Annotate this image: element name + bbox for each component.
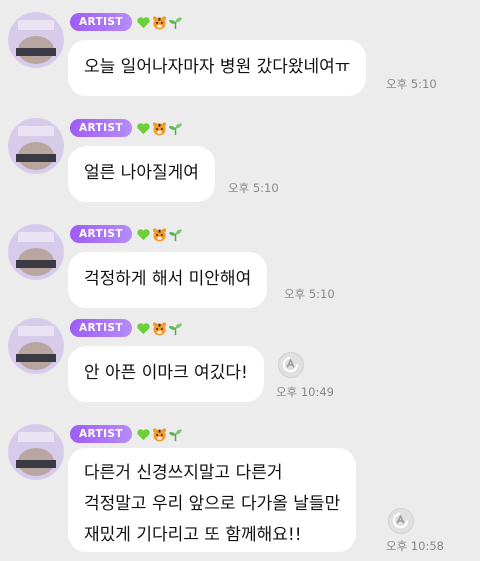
sender-row: ARTIST (70, 318, 183, 338)
avatar[interactable] (8, 12, 64, 68)
seedling-icon (168, 228, 182, 241)
message-time: 오후 5:10 (228, 181, 279, 195)
green-heart-icon (137, 228, 150, 240)
avatar[interactable] (8, 318, 64, 374)
sender-row: ARTIST (70, 12, 183, 32)
message-time: 오후 5:10 (386, 77, 437, 91)
avatar[interactable] (8, 424, 64, 480)
sender-row: ARTIST (70, 118, 183, 138)
green-heart-icon (137, 122, 150, 134)
message-line: 걱정하게 해서 미안해여 (84, 269, 252, 289)
artist-badge: ARTIST (70, 425, 132, 443)
name-emojis (136, 227, 183, 242)
green-heart-icon (137, 322, 150, 334)
artist-badge: ARTIST (70, 319, 132, 337)
message-time: 오후 10:49 (276, 385, 334, 399)
name-emojis (136, 427, 183, 442)
green-heart-icon (137, 428, 150, 440)
tiger-face-icon (152, 121, 166, 136)
name-emojis (136, 321, 183, 336)
message-bubble[interactable]: 얼른 나아질게여 (68, 146, 215, 202)
message-bubble[interactable]: 다른거 신경쓰지말고 다른거 걱정말고 우리 앞으로 다가올 날들만 재밌게 기… (68, 448, 357, 552)
translate-button[interactable] (388, 508, 414, 534)
message-bubble[interactable]: 안 아픈 이마크 여깄다! (68, 346, 264, 402)
message-line: 다른거 신경쓰지말고 다른거 (84, 463, 283, 483)
message-bubble[interactable]: 오늘 일어나자마자 병원 갔다왔네여ㅠ (68, 40, 367, 96)
translate-button[interactable] (278, 352, 304, 378)
translate-icon (392, 512, 409, 529)
tiger-face-icon (152, 321, 166, 336)
artist-badge: ARTIST (70, 225, 132, 243)
tiger-face-icon (152, 427, 166, 442)
message-time: 오후 10:58 (386, 539, 444, 553)
sender-row: ARTIST (70, 224, 183, 244)
message-line: 안 아픈 이마크 여깄다! (84, 363, 248, 383)
sender-row: ARTIST (70, 424, 183, 444)
message-line: 걱정말고 우리 앞으로 다가올 날들만 (84, 494, 341, 514)
seedling-icon (168, 16, 182, 29)
name-emojis (136, 121, 183, 136)
message-line: 재밌게 기다리고 또 함께해요!! (84, 525, 302, 545)
avatar[interactable] (8, 118, 64, 174)
message-line: 오늘 일어나자마자 병원 갔다왔네여ㅠ (84, 57, 351, 77)
seedling-icon (168, 122, 182, 135)
artist-badge: ARTIST (70, 119, 132, 137)
tiger-face-icon (152, 15, 166, 30)
tiger-face-icon (152, 227, 166, 242)
name-emojis (136, 15, 183, 30)
message-bubble[interactable]: 걱정하게 해서 미안해여 (68, 252, 268, 308)
artist-badge: ARTIST (70, 13, 132, 31)
message-line: 얼른 나아질게여 (84, 163, 199, 183)
seedling-icon (168, 428, 182, 441)
green-heart-icon (137, 16, 150, 28)
translate-icon (282, 356, 299, 373)
seedling-icon (168, 322, 182, 335)
avatar[interactable] (8, 224, 64, 280)
message-time: 오후 5:10 (284, 287, 335, 301)
